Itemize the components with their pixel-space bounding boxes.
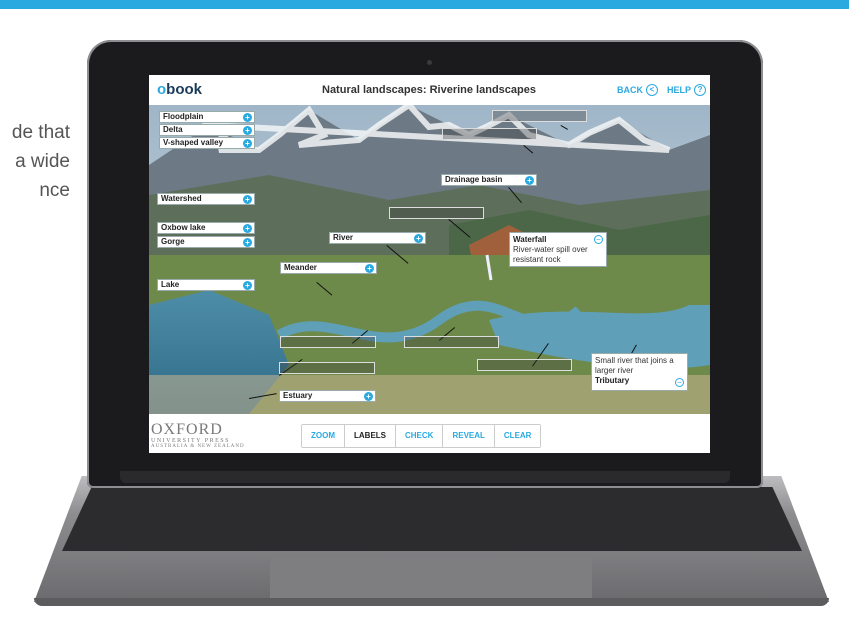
label-floodplain[interactable]: Floodplain + (159, 111, 255, 123)
app-footer: OXFORD UNIVERSITY PRESS AUSTRALIA & NEW … (149, 414, 710, 453)
label-text: Gorge (161, 237, 185, 246)
laptop-trackpad (270, 557, 592, 601)
empty-label-slot[interactable] (492, 110, 587, 122)
waterfall-infobox[interactable]: Waterfall − River-water spill over resis… (509, 232, 607, 267)
back-button[interactable]: BACK < (617, 84, 658, 96)
plus-icon[interactable]: + (364, 392, 373, 401)
label-v-shaped-valley[interactable]: V-shaped valley + (159, 137, 255, 149)
clear-button[interactable]: CLEAR (494, 425, 541, 447)
empty-label-slot[interactable] (477, 359, 572, 371)
plus-icon[interactable]: + (243, 224, 252, 233)
waterfall-title: Waterfall (513, 235, 547, 244)
plus-icon[interactable]: + (525, 176, 534, 185)
publisher-line3: AUSTRALIA & NEW ZEALAND (151, 444, 245, 449)
laptop-base-edge (34, 598, 829, 606)
label-drainage-basin[interactable]: Drainage basin + (441, 174, 537, 186)
plus-icon[interactable]: + (243, 195, 252, 204)
empty-label-slot[interactable] (279, 362, 375, 374)
cropped-side-text: de that a wide nce (0, 118, 70, 205)
label-text: Drainage basin (445, 175, 503, 184)
tributary-description: Small river that joins a larger river (595, 356, 674, 375)
logo-o: o (157, 81, 167, 98)
help-button[interactable]: HELP ? (667, 84, 707, 96)
label-river[interactable]: River + (329, 232, 426, 244)
label-meander[interactable]: Meander + (280, 262, 377, 274)
tributary-infobox[interactable]: Small river that joins a larger river Tr… (591, 353, 688, 391)
label-text: Delta (163, 125, 183, 134)
plus-icon[interactable]: + (365, 264, 374, 273)
waterfall-description: River-water spill over resistant rock (513, 245, 588, 264)
label-text: V-shaped valley (163, 138, 224, 147)
oxford-logo: OXFORD UNIVERSITY PRESS AUSTRALIA & NEW … (151, 421, 245, 450)
publisher-name: OXFORD (151, 421, 223, 438)
help-icon: ? (694, 84, 707, 96)
top-accent-bar (0, 0, 849, 9)
empty-label-slot[interactable] (280, 336, 376, 348)
laptop-screen: obook Natural landscapes: Riverine lands… (149, 75, 710, 453)
side-text-line: nce (39, 180, 70, 201)
reveal-button[interactable]: REVEAL (443, 425, 495, 447)
laptop-hinge (120, 471, 730, 483)
plus-icon[interactable]: + (243, 113, 252, 122)
plus-icon[interactable]: + (414, 234, 423, 243)
empty-label-slot[interactable] (404, 336, 499, 348)
zoom-button[interactable]: ZOOM (302, 425, 345, 447)
side-text-line: a wide (15, 151, 70, 172)
label-text: Lake (161, 280, 180, 289)
label-text: Watershed (161, 194, 202, 203)
app-header: obook Natural landscapes: Riverine lands… (149, 75, 710, 105)
activity-toolbar: ZOOM LABELS CHECK REVEAL CLEAR (301, 424, 542, 448)
help-label: HELP (667, 85, 692, 95)
label-oxbow-lake[interactable]: Oxbow lake + (157, 222, 255, 234)
label-text: Estuary (283, 391, 313, 400)
label-estuary[interactable]: Estuary + (279, 390, 376, 402)
tributary-title: Tributary (595, 376, 630, 385)
back-label: BACK (617, 85, 643, 95)
label-text: Oxbow lake (161, 223, 206, 232)
plus-icon[interactable]: + (243, 281, 252, 290)
empty-label-slot[interactable] (389, 207, 484, 219)
label-text: Meander (284, 263, 317, 272)
landscape-illustration: Floodplain + Delta + V-shaped valley + Wate… (149, 105, 710, 414)
label-watershed[interactable]: Watershed + (157, 193, 255, 205)
obook-logo[interactable]: obook (157, 81, 202, 98)
laptop-keyboard (62, 487, 802, 551)
plus-icon[interactable]: + (243, 126, 252, 135)
check-button[interactable]: CHECK (396, 425, 444, 447)
label-gorge[interactable]: Gorge + (157, 236, 255, 248)
label-text: River (333, 233, 354, 242)
label-lake[interactable]: Lake + (157, 279, 255, 291)
minus-icon[interactable]: − (675, 378, 684, 387)
page-title: Natural landscapes: Riverine landscapes (322, 84, 536, 96)
minus-icon[interactable]: − (594, 235, 603, 244)
labels-button[interactable]: LABELS (345, 425, 396, 447)
plus-icon[interactable]: + (243, 238, 252, 247)
logo-text: book (166, 81, 203, 98)
plus-icon[interactable]: + (243, 139, 252, 148)
label-delta[interactable]: Delta + (159, 124, 255, 136)
empty-label-slot[interactable] (442, 128, 537, 140)
side-text-line: de that (11, 122, 70, 143)
label-text: Floodplain (163, 112, 204, 121)
back-arrow-icon: < (646, 84, 658, 96)
webcam-icon (427, 60, 432, 65)
